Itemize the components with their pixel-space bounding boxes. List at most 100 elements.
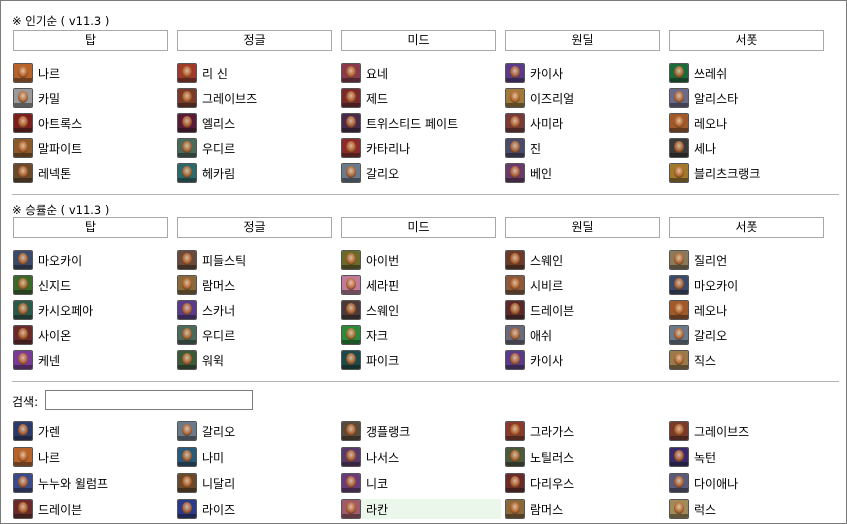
- champion-name: 애쉬: [530, 329, 553, 343]
- champion-name: 람머스: [202, 279, 236, 293]
- champion-portrait-icon: [341, 350, 361, 370]
- champion-name: 스카너: [202, 304, 236, 318]
- champion-name: 알리스타: [694, 92, 739, 106]
- winrate-section: ※ 승률순 ( v11.3 ): [1, 1, 846, 381]
- champion-portrait-icon: [13, 499, 33, 519]
- champion-name: 헤카림: [202, 167, 236, 181]
- champion-name: 스웨인: [530, 254, 564, 268]
- champion-name: 나르: [38, 451, 61, 465]
- champion-portrait-icon: [669, 300, 689, 320]
- section-divider: [12, 381, 839, 382]
- champion-portrait-icon: [177, 113, 197, 133]
- champion-name: 드레이븐: [530, 304, 575, 318]
- champion-name: 스웨인: [366, 304, 400, 318]
- champion-name: 엘리스: [202, 117, 236, 131]
- champion-portrait-icon: [13, 325, 33, 345]
- champion-portrait-icon: [177, 473, 197, 493]
- champion-portrait-icon: [341, 138, 361, 158]
- champion-name: 이즈리얼: [530, 92, 575, 106]
- champion-name: 쓰레쉬: [694, 67, 728, 81]
- champion-name: 신지드: [38, 279, 72, 293]
- lane-button-winrate-3[interactable]: 원딜: [505, 217, 660, 238]
- champion-name: 워윅: [202, 354, 225, 368]
- lane-button-winrate-4[interactable]: 서폿: [669, 217, 824, 238]
- champion-name: 피들스틱: [202, 254, 247, 268]
- champion-portrait-icon: [669, 473, 689, 493]
- champion-portrait-icon: [341, 447, 361, 467]
- champion-name: 진: [530, 142, 542, 156]
- champion-name: 레오나: [694, 117, 728, 131]
- lane-button-popular-2[interactable]: 미드: [341, 30, 496, 51]
- champion-name: 그라가스: [530, 425, 575, 439]
- champion-portrait-icon: [669, 138, 689, 158]
- champion-portrait-icon: [669, 113, 689, 133]
- lane-button-winrate-1[interactable]: 정글: [177, 217, 332, 238]
- champion-portrait-icon: [505, 499, 525, 519]
- champion-name: 갱플랭크: [366, 425, 411, 439]
- champion-portrait-icon: [177, 447, 197, 467]
- champion-name: 레오나: [694, 304, 728, 318]
- champion-name: 제드: [366, 92, 389, 106]
- champion-portrait-icon: [177, 138, 197, 158]
- lane-button-popular-0[interactable]: 탑: [13, 30, 168, 51]
- champion-name: 그레이브즈: [202, 92, 258, 106]
- champion-name: 마오카이: [694, 279, 739, 293]
- champion-name: 가렌: [38, 425, 61, 439]
- champion-portrait-icon: [669, 250, 689, 270]
- champion-portrait-icon: [341, 63, 361, 83]
- champion-name: 나미: [202, 451, 225, 465]
- champion-name: 갈리오: [366, 167, 400, 181]
- champion-item[interactable]: 라칸: [341, 499, 501, 519]
- champion-name: 세나: [694, 142, 717, 156]
- champion-name: 노틸러스: [530, 451, 575, 465]
- champion-portrait-icon: [669, 499, 689, 519]
- champion-portrait-icon: [669, 325, 689, 345]
- champion-portrait-icon: [505, 275, 525, 295]
- champion-name: 카시오페아: [38, 304, 94, 318]
- champion-portrait-icon: [669, 447, 689, 467]
- champion-portrait-icon: [13, 473, 33, 493]
- champion-portrait-icon: [13, 138, 33, 158]
- champion-portrait-icon: [177, 250, 197, 270]
- champion-portrait-icon: [505, 350, 525, 370]
- champion-portrait-icon: [177, 300, 197, 320]
- champion-portrait-icon: [177, 275, 197, 295]
- champion-portrait-icon: [13, 163, 33, 183]
- champion-name: 사이온: [38, 329, 72, 343]
- lane-button-popular-1[interactable]: 정글: [177, 30, 332, 51]
- champion-name: 누누와 윌럼프: [38, 477, 109, 491]
- champion-name: 드레이븐: [38, 503, 83, 517]
- champion-name: 직스: [694, 354, 717, 368]
- champion-name: 갈리오: [202, 425, 236, 439]
- champion-name: 그레이브즈: [694, 425, 750, 439]
- champion-portrait-icon: [341, 421, 361, 441]
- search-label: 검색:: [12, 395, 39, 409]
- champion-portrait-icon: [177, 325, 197, 345]
- champion-portrait-icon: [341, 250, 361, 270]
- champion-portrait-icon: [13, 300, 33, 320]
- lane-button-winrate-0[interactable]: 탑: [13, 217, 168, 238]
- champion-portrait-icon: [13, 113, 33, 133]
- champion-name: 리 신: [202, 67, 228, 81]
- lane-button-winrate-2[interactable]: 미드: [341, 217, 496, 238]
- champion-portrait-icon: [341, 163, 361, 183]
- champion-name: 라칸: [366, 503, 389, 517]
- champion-name: 파이크: [366, 354, 400, 368]
- champion-portrait-icon: [505, 163, 525, 183]
- champion-name: 카타리나: [366, 142, 411, 156]
- champion-portrait-icon: [505, 421, 525, 441]
- lane-button-popular-4[interactable]: 서폿: [669, 30, 824, 51]
- champion-portrait-icon: [505, 447, 525, 467]
- champion-name: 카이사: [530, 67, 564, 81]
- champion-name: 레넥톤: [38, 167, 72, 181]
- champion-name: 케넨: [38, 354, 61, 368]
- champion-name: 라이즈: [202, 503, 236, 517]
- lane-button-popular-3[interactable]: 원딜: [505, 30, 660, 51]
- search-input[interactable]: [45, 390, 253, 410]
- champion-name: 나서스: [366, 451, 400, 465]
- champion-name: 세라핀: [366, 279, 400, 293]
- champion-portrait-icon: [177, 63, 197, 83]
- champion-name: 아이번: [366, 254, 400, 268]
- champion-portrait-icon: [669, 421, 689, 441]
- champion-name: 요네: [366, 67, 389, 81]
